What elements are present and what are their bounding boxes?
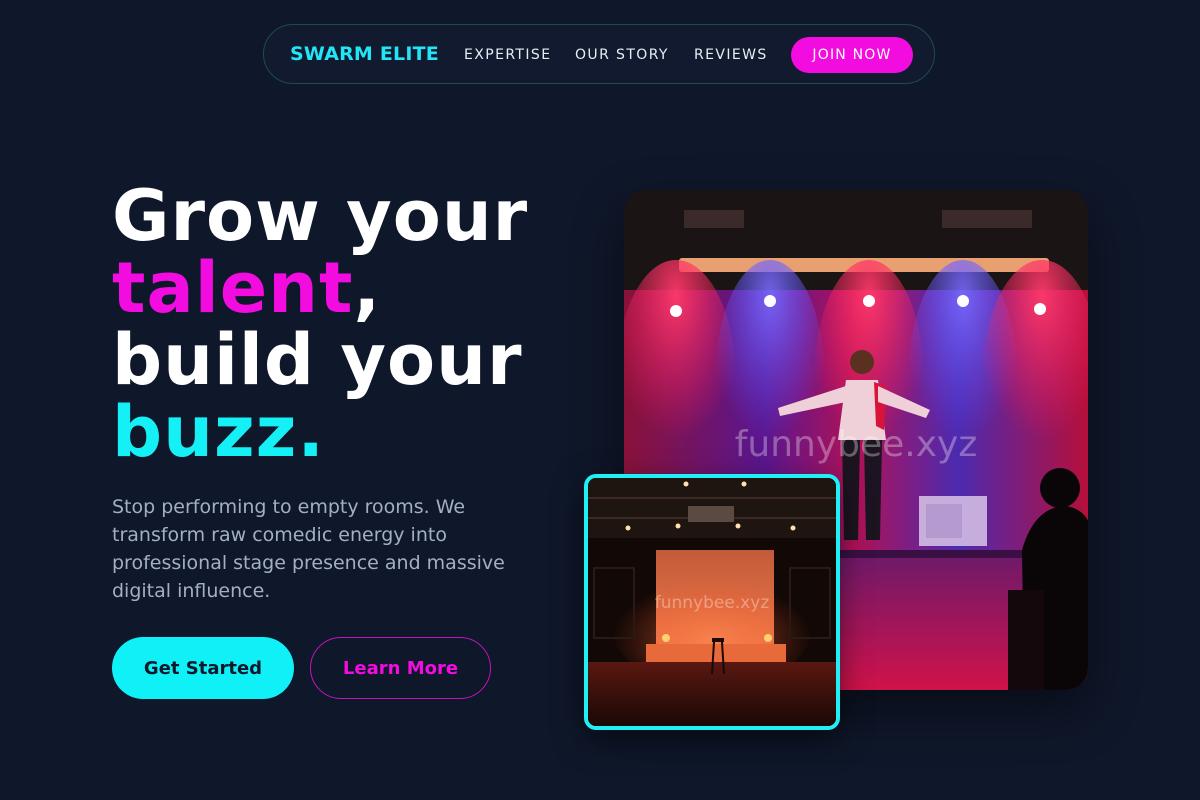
hero-headline: Grow your talent, build your buzz.	[112, 180, 528, 468]
small-photo-watermark: funnybee.xyz	[655, 593, 770, 613]
main-photo-watermark: funnybee.xyz	[735, 424, 978, 465]
headline-highlight-talent: talent	[112, 247, 354, 329]
nav-link-reviews[interactable]: REVIEWS	[694, 47, 768, 63]
nav-link-our-story[interactable]: OUR STORY	[575, 47, 669, 63]
headline-comma: ,	[353, 247, 382, 329]
learn-more-button[interactable]: Learn More	[310, 637, 491, 699]
brand-logo[interactable]: SWARM ELITE	[290, 43, 439, 65]
hero-subtext: Stop performing to empty rooms. We trans…	[112, 496, 505, 602]
empty-stage-photo: funnybee.xyz	[584, 474, 840, 730]
join-now-button[interactable]: JOIN NOW	[791, 37, 913, 73]
top-navbar: SWARM ELITE EXPERTISE OUR STORY REVIEWS …	[263, 24, 935, 84]
headline-line-2: talent,	[112, 252, 528, 324]
nav-link-expertise[interactable]: EXPERTISE	[464, 47, 551, 63]
headline-highlight-buzz: buzz.	[112, 391, 326, 473]
landing-page: SWARM ELITE EXPERTISE OUR STORY REVIEWS …	[0, 0, 1200, 800]
headline-line-1: Grow your	[112, 175, 529, 257]
headline-line-3: build your	[112, 319, 523, 401]
get-started-button[interactable]: Get Started	[112, 637, 294, 699]
